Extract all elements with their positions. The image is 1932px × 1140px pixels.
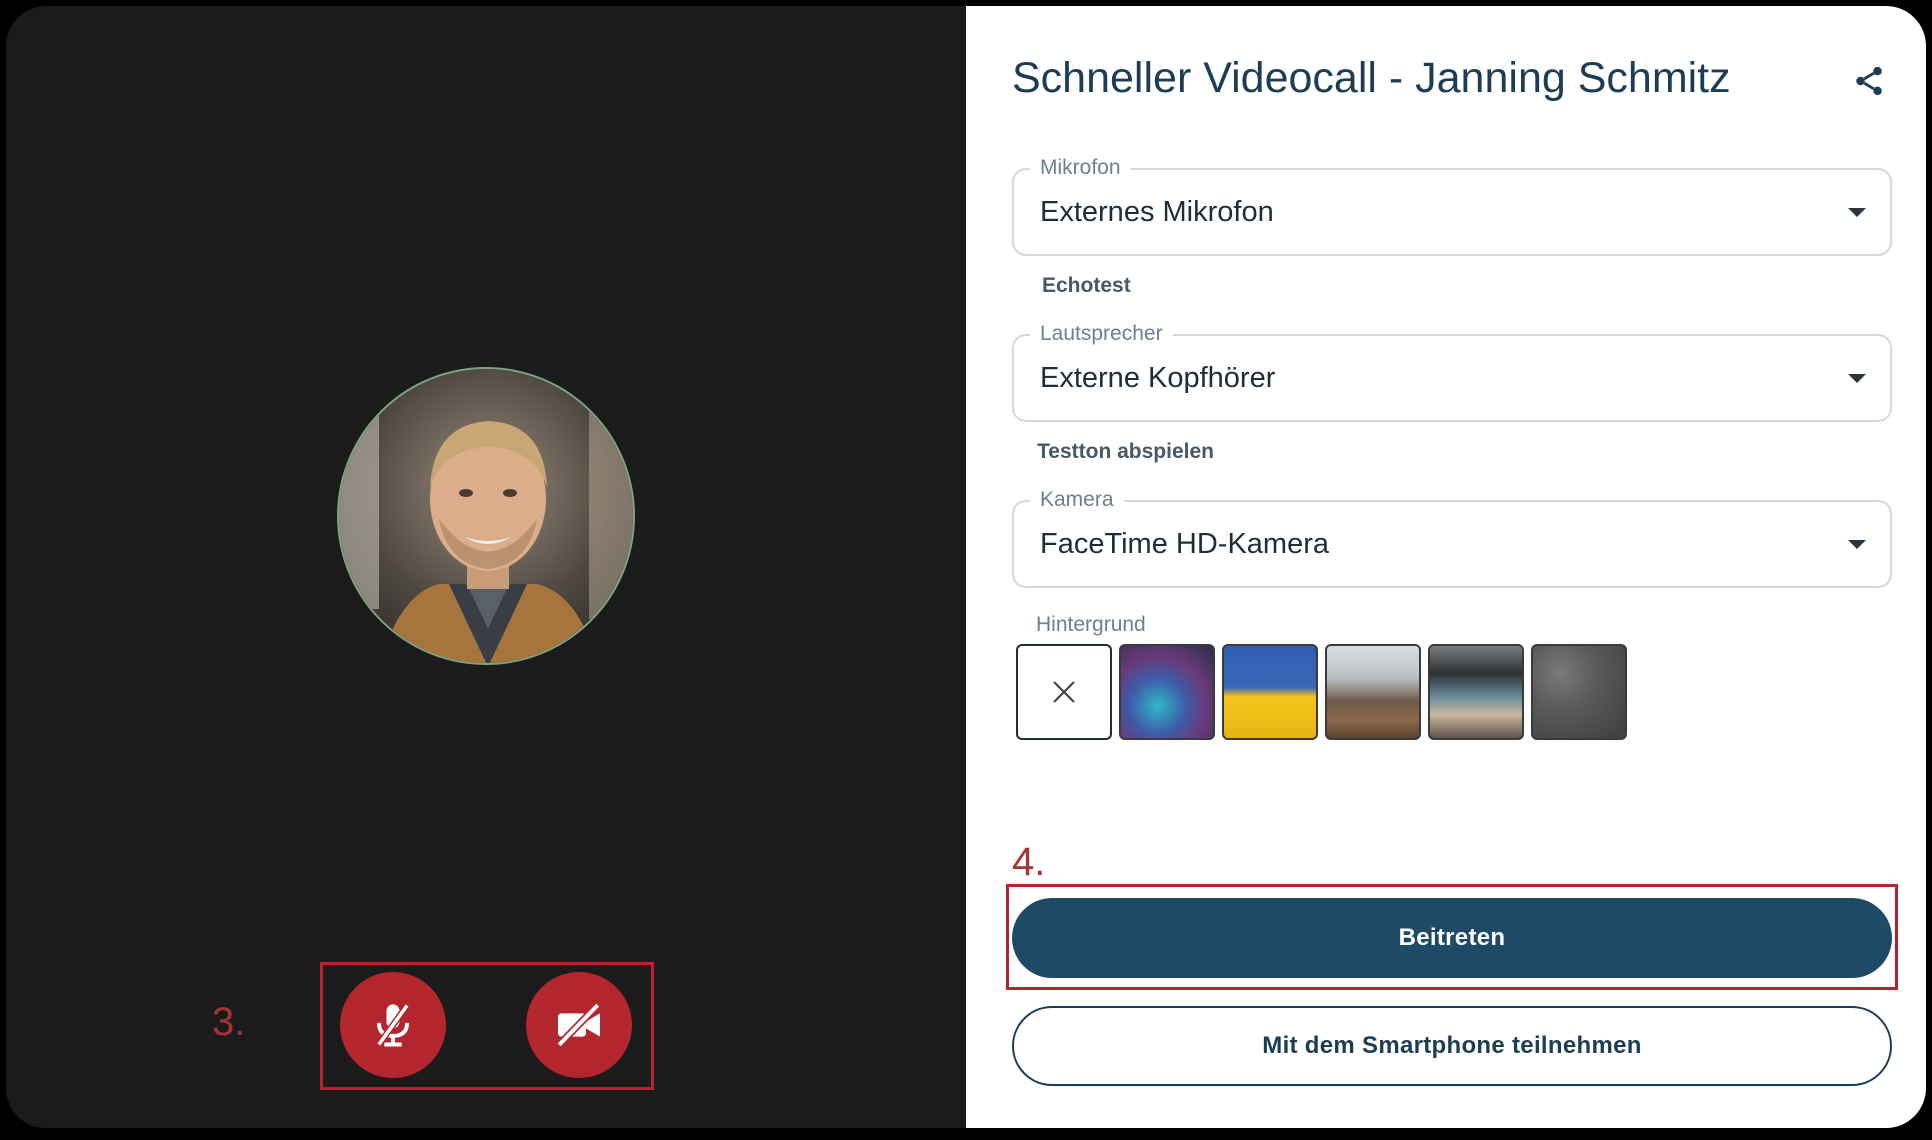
camera-toggle-button[interactable] [526, 972, 632, 1078]
echotest-link[interactable]: Echotest [1042, 274, 1131, 298]
close-icon [1053, 681, 1075, 703]
microphone-toggle-button[interactable] [340, 972, 446, 1078]
speaker-value: Externe Kopfhörer [1040, 362, 1276, 394]
background-option-texture[interactable] [1531, 644, 1627, 740]
camera-value: FaceTime HD-Kamera [1040, 528, 1329, 560]
chevron-down-icon [1848, 540, 1866, 549]
settings-panel: Schneller Videocall - Janning Schmitz Mi… [966, 6, 1926, 1128]
background-option-blur[interactable] [1119, 644, 1215, 740]
microphone-off-icon [376, 1003, 410, 1047]
share-icon [1856, 66, 1882, 96]
camera-label: Kamera [1030, 488, 1124, 512]
test-tone-link[interactable]: Testton abspielen [1037, 440, 1214, 464]
background-label: Hintergrund [1036, 613, 1146, 636]
user-avatar [337, 367, 635, 665]
share-button[interactable] [1852, 64, 1886, 98]
background-option-none[interactable] [1016, 644, 1112, 740]
page-title: Schneller Videocall - Janning Schmitz [1012, 54, 1731, 102]
join-with-smartphone-button[interactable]: Mit dem Smartphone teilnehmen [1012, 1006, 1892, 1086]
video-preview: 3. [6, 6, 966, 1128]
background-option-flag[interactable] [1222, 644, 1318, 740]
join-button[interactable]: Beitreten [1012, 898, 1892, 978]
microphone-value: Externes Mikrofon [1040, 196, 1274, 228]
step-4-label: 4. [1012, 840, 1046, 884]
chevron-down-icon [1848, 374, 1866, 383]
camera-off-icon [556, 1002, 601, 1048]
background-option-office[interactable] [1428, 644, 1524, 740]
window-frame: 3. Schneller Videocall - Janning Schmitz… [0, 0, 1932, 1140]
background-option-living-room[interactable] [1325, 644, 1421, 740]
avatar-portrait [339, 369, 633, 663]
microphone-label: Mikrofon [1030, 156, 1131, 180]
speaker-label: Lautsprecher [1030, 322, 1173, 346]
step-3-label: 3. [212, 1000, 246, 1044]
speaker-select[interactable]: Lautsprecher Externe Kopfhörer [1012, 322, 1892, 422]
microphone-select[interactable]: Mikrofon Externes Mikrofon [1012, 156, 1892, 256]
chevron-down-icon [1848, 208, 1866, 217]
camera-select[interactable]: Kamera FaceTime HD-Kamera [1012, 488, 1892, 588]
prejoin-card: 3. Schneller Videocall - Janning Schmitz… [6, 6, 1926, 1128]
